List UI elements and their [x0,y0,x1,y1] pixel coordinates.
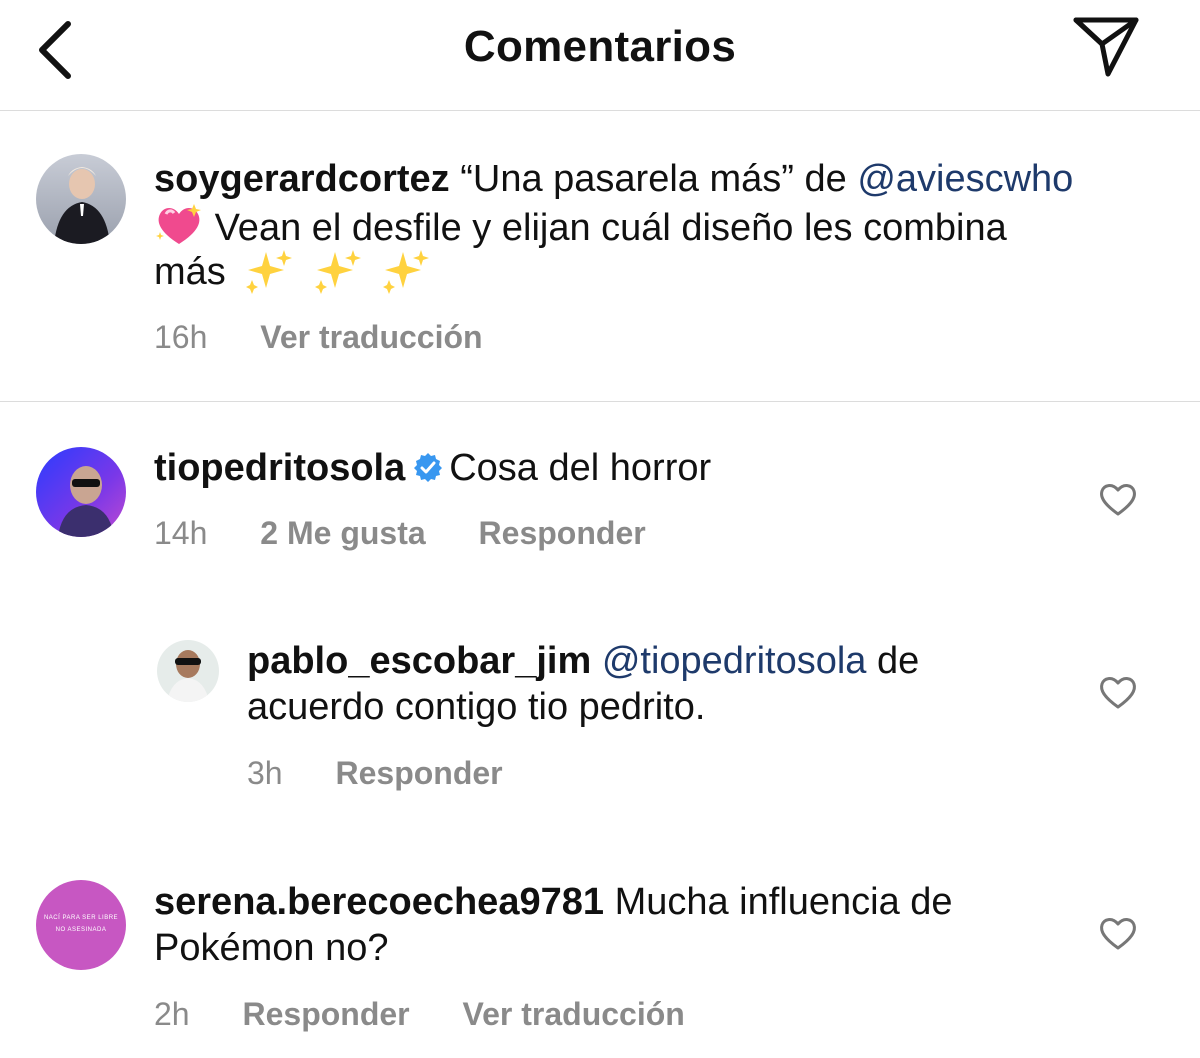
reply-button[interactable]: Responder [479,515,646,551]
page-title: Comentarios [463,22,737,71]
caption-text: Vean el desfile y elijan cuál diseño les… [214,207,1007,249]
comment-time: 2h [154,996,190,1032]
caption-mention[interactable]: @aviescwho [857,158,1073,200]
heart-icon[interactable] [1098,915,1138,951]
comment-text: de [876,640,920,682]
avatar-text: NO ASESINADA [55,927,107,933]
caption-text: “Una pasarela más” de [460,158,847,200]
caption-time: 16h [154,319,208,355]
header-bar: Comentarios [0,0,1200,111]
post-caption: soygerardcortez “Una pasarela más” de @a… [0,111,1200,402]
paper-plane-icon[interactable] [1070,14,1142,78]
comment-text: Cosa del horror [449,447,712,489]
comment-mention[interactable]: @tiopedritosola [602,640,867,682]
comment-username[interactable]: tiopedritosola [154,447,405,489]
comment-text: Mucha influencia de [614,881,953,923]
avatar[interactable]: NACÍ PARA SER LIBRE NO ASESINADA [36,880,126,970]
translate-button[interactable]: Ver traducción [463,996,685,1032]
reply-button[interactable]: Responder [335,755,502,791]
comment-text: acuerdo contigo tio pedrito. [247,686,706,728]
caption-text: más [154,251,226,293]
comment-username[interactable]: pablo_escobar_jim [247,640,591,682]
avatar-text: NACÍ PARA SER LIBRE [43,915,119,921]
verified-badge-icon [414,453,443,482]
avatar[interactable] [36,447,126,537]
avatar[interactable] [36,154,126,244]
heart-icon[interactable] [1098,481,1138,517]
caption-username[interactable]: soygerardcortez [154,158,450,200]
comment-text: Pokémon no? [154,927,389,969]
translate-button[interactable]: Ver traducción [260,319,482,355]
likes-count-button[interactable]: 2 Me gusta [260,515,425,551]
comment-time: 14h [154,515,208,551]
comment-username[interactable]: serena.berecoechea9781 [154,881,604,923]
sparkles-icon [246,250,293,294]
comment-time: 3h [247,755,283,791]
sparkles-icon [383,250,430,294]
avatar[interactable] [157,640,219,702]
sparkling-heart-icon [156,204,201,244]
heart-icon[interactable] [1098,674,1138,710]
sparkles-icon [314,250,361,294]
reply-button[interactable]: Responder [242,996,409,1032]
